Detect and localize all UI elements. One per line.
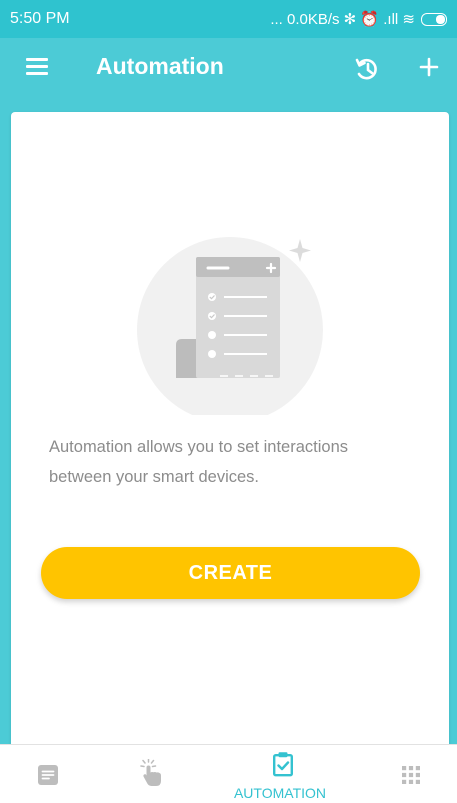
- nav-label-automation: AUTOMATION: [233, 785, 327, 801]
- tab-automation[interactable]: AUTOMATION: [216, 745, 344, 803]
- add-button[interactable]: [414, 52, 444, 82]
- empty-state-description: Automation allows you to set interaction…: [49, 438, 348, 486]
- automation-list-illustration: [137, 237, 323, 423]
- app-bar: Automation: [0, 38, 457, 100]
- create-button[interactable]: CREATE: [41, 547, 420, 599]
- status-indicators: ... 0.0KB/s ✻ ⏰ .ıll ≋: [270, 10, 447, 28]
- clipboard-check-icon: [273, 752, 294, 777]
- list-icon: [38, 765, 58, 785]
- tap-hand-icon: [140, 759, 161, 786]
- status-indicator-text: ... 0.0KB/s ✻ ⏰ .ıll ≋: [270, 11, 415, 28]
- hamburger-menu-icon: [26, 58, 48, 61]
- nav-item-devices[interactable]: [0, 745, 94, 803]
- nav-item-smart-actions[interactable]: [100, 745, 200, 803]
- grid-icon: [402, 766, 420, 784]
- status-time: 5:50 PM: [10, 10, 70, 27]
- status-bar: 5:50 PM ... 0.0KB/s ✻ ⏰ .ıll ≋: [0, 0, 457, 38]
- nav-item-more[interactable]: [368, 745, 457, 803]
- plus-icon: [419, 57, 439, 77]
- history-icon: [355, 58, 377, 80]
- history-button[interactable]: [352, 54, 382, 84]
- bottom-navigation: AUTOMATION: [0, 744, 457, 803]
- menu-button[interactable]: [26, 58, 48, 78]
- illustration: [136, 235, 326, 423]
- battery-icon: [421, 12, 447, 26]
- page-title: Automation: [96, 53, 224, 79]
